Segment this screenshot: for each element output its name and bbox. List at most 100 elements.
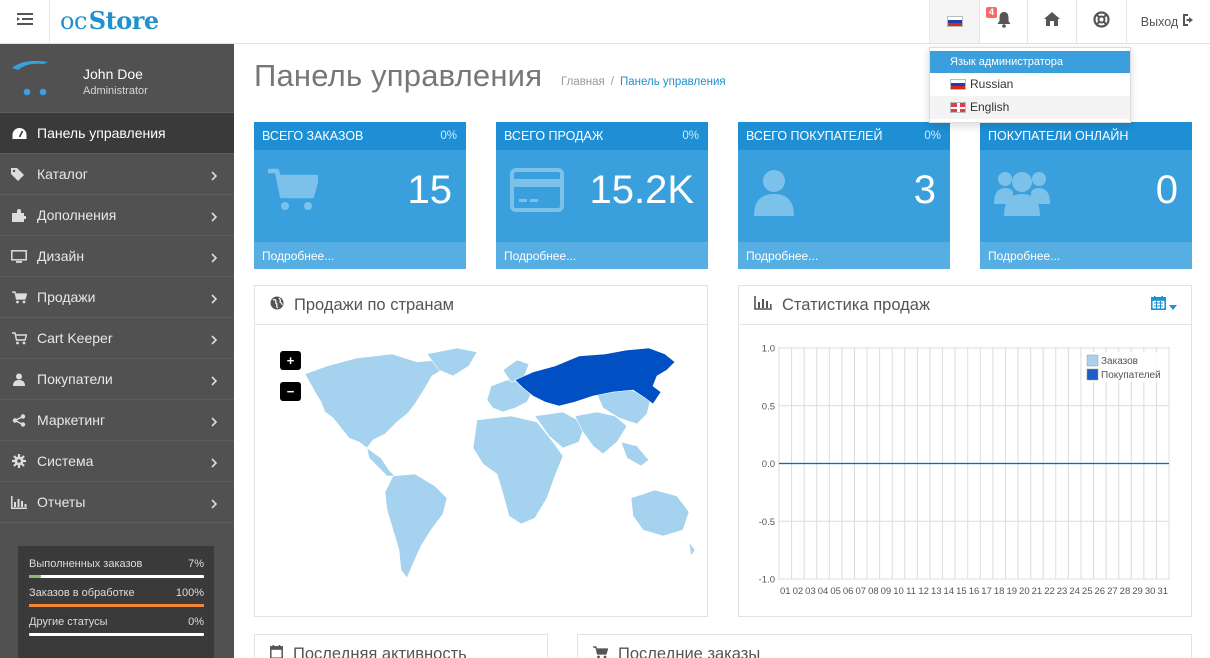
cart-icon <box>11 290 27 304</box>
chart-x-tick-label: 30 <box>1145 586 1156 597</box>
stat-label: Заказов в обработке <box>29 587 135 599</box>
shopping-cart-icon <box>268 168 320 217</box>
sidebar-item-reports[interactable]: Отчеты <box>0 482 234 523</box>
cart-icon <box>593 645 609 658</box>
sidebar-item-extensions[interactable]: Дополнения <box>0 195 234 236</box>
tile-title: ПОКУПАТЕЛИ ОНЛАЙН <box>988 129 1129 143</box>
recent-activity-panel: Последняя активность <box>254 634 548 658</box>
chevron-right-icon <box>211 373 218 389</box>
chart-x-tick-label: 21 <box>1032 586 1043 597</box>
sales-statistics-panel: Статистика продаж 1.0 0.5 0.0 -0.5 -1.0 01 02 0… <box>738 285 1192 617</box>
chart-x-tick-label: 27 <box>1107 586 1118 597</box>
cog-icon <box>11 454 27 468</box>
sidebar-item-design[interactable]: Дизайн <box>0 236 234 277</box>
map-region-new-zealand <box>688 541 696 557</box>
sidebar-item-label: Система <box>37 453 94 469</box>
chart-x-tick-label: 28 <box>1120 586 1131 597</box>
chart-legend-label: Заказов <box>1101 356 1138 367</box>
tile-value: 15.2K <box>589 168 694 212</box>
users-icon <box>994 168 1050 221</box>
panel-title: Продажи по странам <box>294 295 454 314</box>
sidebar-item-label: Продажи <box>37 289 96 305</box>
sidebar-item-catalog[interactable]: Каталог <box>0 154 234 195</box>
chevron-right-icon <box>211 414 218 430</box>
language-button[interactable] <box>929 0 979 43</box>
credit-card-icon <box>510 168 564 217</box>
chart-x-tick-label: 20 <box>1019 586 1030 597</box>
map-region-north-america <box>304 353 446 449</box>
sidebar-item-dashboard[interactable]: Панель управления <box>0 113 234 154</box>
chevron-right-icon <box>211 250 218 266</box>
stat-completed: Выполненных заказов 7% <box>29 558 204 578</box>
map-region-south-america <box>384 473 448 579</box>
menu-toggle-button[interactable] <box>0 0 50 43</box>
sidebar-item-system[interactable]: Система <box>0 441 234 482</box>
chart-x-tick-label: 01 <box>780 586 791 597</box>
sidebar-item-label: Отчеты <box>37 494 86 510</box>
caret-down-icon <box>1169 296 1177 315</box>
user-profile[interactable]: John Doe Administrator <box>0 44 234 113</box>
chart-x-tick-label: 15 <box>956 586 967 597</box>
tags-icon <box>11 167 27 181</box>
date-range-button[interactable] <box>1151 296 1177 315</box>
top-header: oc Store 4 Выход <box>0 0 1210 44</box>
chart-x-tick-label: 06 <box>843 586 854 597</box>
chart-x-tick-label: 11 <box>906 586 916 597</box>
home-button[interactable] <box>1027 0 1076 43</box>
language-option-english[interactable]: English <box>930 96 1130 119</box>
chart-x-tick-label: 24 <box>1069 586 1080 597</box>
site-logo[interactable]: oc Store <box>60 6 159 35</box>
chart-x-tick-label: 16 <box>969 586 980 597</box>
sign-out-icon <box>1182 14 1196 29</box>
page-title: Панель управления <box>254 58 543 93</box>
sales-by-country-panel: Продажи по странам + − <box>254 285 708 617</box>
chart-x-tick-label: 10 <box>893 586 904 597</box>
chart-x-tick-label: 09 <box>881 586 892 597</box>
sidebar-item-label: Cart Keeper <box>37 330 113 346</box>
calendar-icon <box>270 644 283 658</box>
sidebar-item-marketing[interactable]: Маркетинг <box>0 400 234 441</box>
chart-x-tick-label: 08 <box>868 586 879 597</box>
stat-other: Другие статусы 0% <box>29 616 204 636</box>
chart-y-tick-label: -1.0 <box>759 575 775 586</box>
chevron-right-icon <box>211 291 218 307</box>
bar-chart-icon <box>11 495 27 509</box>
tile-more-link[interactable]: Подробнее... <box>980 242 1192 269</box>
sales-line-chart: 1.00.50.0-0.5-1.001 02 03 04 05 06 07 08 09 10 11 1… <box>759 344 1170 597</box>
language-dropdown-header: Язык администратора <box>930 51 1130 73</box>
user-icon <box>11 372 27 386</box>
tile-more-link[interactable]: Подробнее... <box>496 242 708 269</box>
stat-progress-fill <box>29 575 42 578</box>
puzzle-icon <box>11 208 27 222</box>
breadcrumb-home[interactable]: Главная <box>561 76 605 88</box>
chart-x-tick-label: 03 <box>805 586 816 597</box>
stat-progress-bar <box>29 604 204 607</box>
chart-x-tick-label: 22 <box>1044 586 1055 597</box>
tile-more-link[interactable]: Подробнее... <box>738 242 950 269</box>
breadcrumb-current[interactable]: Панель управления <box>620 76 726 88</box>
notification-badge: 4 <box>986 7 998 18</box>
stat-value: 100% <box>175 587 204 599</box>
share-icon <box>11 413 27 427</box>
help-button[interactable] <box>1076 0 1126 43</box>
chart-y-tick-label: 0.5 <box>762 401 775 412</box>
stat-label: Другие статусы <box>29 616 108 628</box>
logout-button[interactable]: Выход <box>1126 0 1210 43</box>
monitor-icon <box>11 249 27 263</box>
chevron-right-icon <box>211 332 218 348</box>
stat-value: 7% <box>188 558 204 570</box>
globe-icon <box>270 296 284 315</box>
language-dropdown: Язык администратора Russian English <box>929 47 1131 123</box>
notifications-button[interactable]: 4 <box>979 0 1027 43</box>
sidebar-item-label: Маркетинг <box>37 412 106 428</box>
tile-percent: 0% <box>682 130 699 142</box>
sidebar-item-sales[interactable]: Продажи <box>0 277 234 318</box>
breadcrumb: Главная / Панель управления <box>561 76 726 88</box>
world-map[interactable] <box>297 346 697 586</box>
sidebar-item-cart-keeper[interactable]: Cart Keeper <box>0 318 234 359</box>
chart-x-tick-label: 14 <box>944 586 955 597</box>
language-option-russian[interactable]: Russian <box>930 73 1130 96</box>
chart-x-tick-label: 04 <box>818 586 829 597</box>
tile-more-link[interactable]: Подробнее... <box>254 242 466 269</box>
sidebar-item-customers[interactable]: Покупатели <box>0 359 234 400</box>
